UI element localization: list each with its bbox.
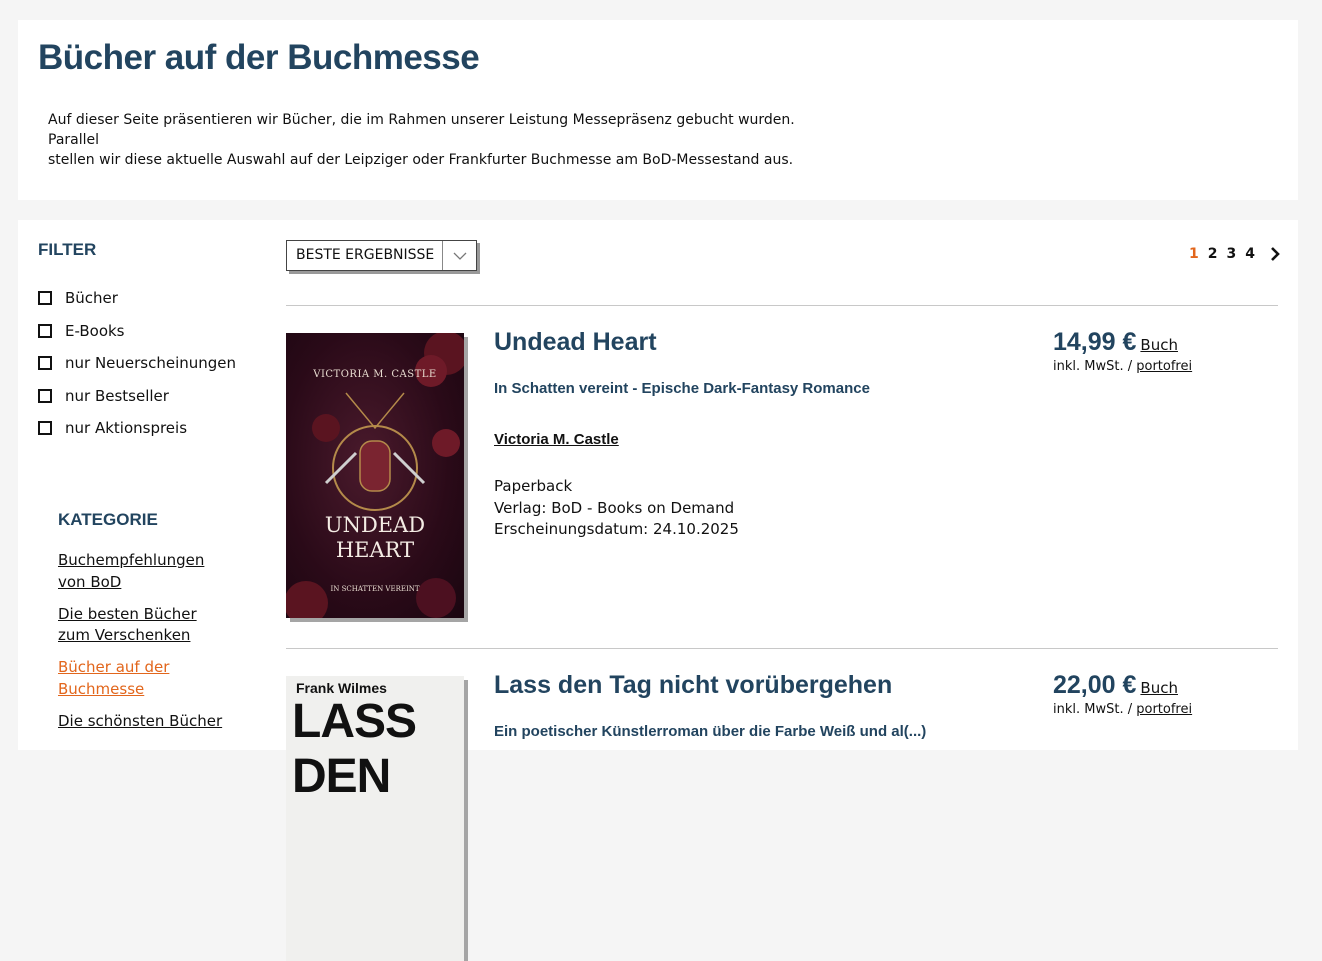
chevron-right-icon[interactable] <box>1270 247 1280 261</box>
checkbox[interactable] <box>38 356 52 371</box>
kategorie-item-schoensten[interactable]: Die schönsten Bücher <box>58 711 228 733</box>
kategorie-list: Buchempfehlungen von BoD Die besten Büch… <box>58 550 228 743</box>
header-card: Bücher auf der Buchmesse Auf dieser Seit… <box>18 20 1298 200</box>
book-publisher: Verlag: BoD - Books on Demand <box>494 498 735 517</box>
tax-info: inkl. MwSt. / portofrei <box>1053 702 1192 717</box>
checkbox[interactable] <box>38 421 52 436</box>
cover-subtitle: IN SCHATTEN VEREINT <box>330 585 420 593</box>
book-price: 22,00 € <box>1053 671 1137 699</box>
book-date: Erscheinungsdatum: 24.10.2025 <box>494 520 739 538</box>
book-meta: Paperback Verlag: BoD - Books on Demand … <box>494 476 739 541</box>
kategorie-item-buchmesse[interactable]: Bücher auf der Buchmesse <box>58 657 228 700</box>
shipping-link[interactable]: portofrei <box>1136 359 1192 374</box>
book-author-link[interactable]: Victoria M. Castle <box>494 431 619 448</box>
filter-item-ebooks[interactable]: E-Books <box>38 315 236 348</box>
filter-item-buecher[interactable]: Bücher <box>38 282 236 315</box>
page-2-link[interactable]: 2 <box>1208 246 1218 262</box>
book-subtitle: Ein poetischer Künstlerroman über die Fa… <box>494 723 927 740</box>
page-4-link[interactable]: 4 <box>1245 246 1255 262</box>
format-link[interactable]: Buch <box>1140 336 1178 354</box>
tax-label: inkl. MwSt. / <box>1053 702 1133 717</box>
price-box: 14,99 € Buch inkl. MwSt. / portofrei <box>1053 328 1192 374</box>
filter-list: Bücher E-Books nur Neuerscheinungen nur … <box>38 282 236 445</box>
page-3-link[interactable]: 3 <box>1227 246 1237 262</box>
book-subtitle: In Schatten vereint - Epische Dark-Fanta… <box>494 380 870 397</box>
intro-line-1: Auf dieser Seite präsentieren wir Bücher… <box>48 112 795 148</box>
book-title[interactable]: Undead Heart <box>494 328 657 357</box>
kategorie-item-buchempfehlungen[interactable]: Buchempfehlungen von BoD <box>58 550 228 593</box>
page-1-link[interactable]: 1 <box>1189 246 1199 262</box>
tax-info: inkl. MwSt. / portofrei <box>1053 359 1192 374</box>
divider <box>286 305 1278 306</box>
sort-label: BESTE ERGEBNISSE <box>296 247 435 263</box>
checkbox[interactable] <box>38 323 52 338</box>
filter-label: Bücher <box>65 289 118 308</box>
filter-item-neuerscheinungen[interactable]: nur Neuerscheinungen <box>38 347 236 380</box>
intro-text: Auf dieser Seite präsentieren wir Bücher… <box>48 110 838 170</box>
kategorie-item-verschenken[interactable]: Die besten Bücher zum Verschenken <box>58 604 228 647</box>
tax-label: inkl. MwSt. / <box>1053 359 1133 374</box>
filter-label: nur Bestseller <box>65 386 169 405</box>
filter-label: E-Books <box>65 321 125 340</box>
divider <box>286 648 1278 649</box>
book-title[interactable]: Lass den Tag nicht vorübergehen <box>494 671 892 700</box>
page-title: Bücher auf der Buchmesse <box>38 38 480 77</box>
chevron-down-icon <box>442 241 476 270</box>
cover-title: UNDEAD HEART <box>324 513 426 562</box>
checkbox[interactable] <box>38 291 52 306</box>
intro-line-2: stellen wir diese aktuelle Auswahl auf d… <box>48 152 794 168</box>
price-box: 22,00 € Buch inkl. MwSt. / portofrei <box>1053 671 1192 717</box>
book-cover[interactable]: VICTORIA M. CASTLE UNDEAD HEART IN SCHAT… <box>286 333 464 618</box>
filter-label: nur Aktionspreis <box>65 419 188 438</box>
format-link[interactable]: Buch <box>1140 679 1178 697</box>
book-price: 14,99 € <box>1053 328 1137 356</box>
filter-item-bestseller[interactable]: nur Bestseller <box>38 380 236 413</box>
filter-title: FILTER <box>38 240 97 259</box>
filter-item-aktionspreis[interactable]: nur Aktionspreis <box>38 412 236 445</box>
main-card: FILTER Bücher E-Books nur Neuerscheinung… <box>18 220 1298 961</box>
book-format: Paperback <box>494 477 573 495</box>
shipping-link[interactable]: portofrei <box>1136 702 1192 717</box>
pagination: 1 2 3 4 <box>1189 246 1280 262</box>
sort-dropdown[interactable]: BESTE ERGEBNISSE <box>286 240 477 271</box>
checkbox[interactable] <box>38 388 52 403</box>
kategorie-title: KATEGORIE <box>58 510 158 529</box>
cover-author: VICTORIA M. CASTLE <box>313 369 437 380</box>
filter-label: nur Neuerscheinungen <box>65 354 237 373</box>
book-cover[interactable]: Frank Wilmes LASS DEN <box>286 676 464 961</box>
cover-title: LASS DEN <box>292 695 417 803</box>
